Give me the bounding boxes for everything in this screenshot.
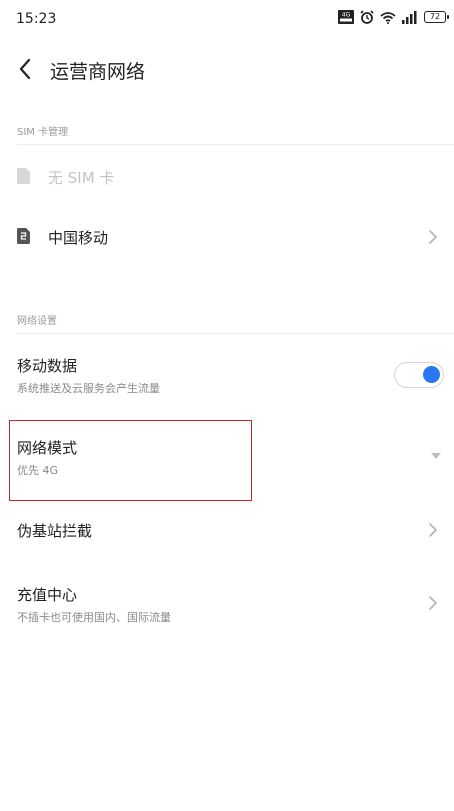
- mobile-data-row[interactable]: 移动数据 系统推送及云服务会产生流量: [0, 345, 454, 407]
- chevron-left-icon: [19, 58, 31, 80]
- recharge-row[interactable]: 充值中心 不插卡也可使用国内、国际流量: [0, 572, 454, 634]
- chevron-right-icon: [429, 523, 437, 537]
- highlight-box: [9, 420, 252, 501]
- recharge-subtitle: 不插卡也可使用国内、国际流量: [17, 611, 171, 624]
- divider: [17, 333, 454, 334]
- sim-item-no-sim: 无 SIM 卡: [0, 150, 454, 204]
- network-icon: 4G: [338, 10, 354, 24]
- sim-section-title: SIM 卡管理: [17, 127, 69, 138]
- alarm-icon: [360, 10, 374, 24]
- fake-base-station-row[interactable]: 伪基站拦截: [0, 505, 454, 555]
- status-icons: 4G 72: [338, 10, 449, 24]
- network-badge: 4G: [342, 12, 351, 19]
- battery-level: 72: [429, 12, 441, 21]
- sim-item-label: 无 SIM 卡: [48, 169, 115, 187]
- mobile-data-title: 移动数据: [17, 357, 78, 375]
- mobile-data-toggle[interactable]: [394, 362, 444, 388]
- fake-base-station-title: 伪基站拦截: [17, 522, 93, 540]
- status-bar: 15:23 4G 72: [0, 0, 454, 40]
- chevron-right-icon: [429, 230, 437, 244]
- wifi-icon: [380, 11, 396, 24]
- chevron-right-icon: [429, 596, 437, 610]
- sim-card-icon: [17, 168, 30, 184]
- network-section-title: 网络设置: [17, 316, 57, 327]
- dropdown-arrow-icon: [431, 453, 441, 459]
- header: 运营商网络: [0, 48, 454, 92]
- battery-icon: 72: [424, 11, 449, 23]
- divider: [17, 144, 454, 145]
- signal-icon: [402, 10, 418, 24]
- back-button[interactable]: [10, 54, 40, 84]
- recharge-title: 充值中心: [17, 586, 78, 604]
- sim-item-label: 中国移动: [48, 229, 109, 247]
- page-title: 运营商网络: [50, 61, 146, 83]
- mobile-data-subtitle: 系统推送及云服务会产生流量: [17, 382, 160, 395]
- toggle-knob: [423, 366, 440, 383]
- sim-card-icon: [17, 228, 30, 244]
- status-time: 15:23: [16, 11, 57, 27]
- sim-item-china-mobile[interactable]: 中国移动: [0, 210, 454, 264]
